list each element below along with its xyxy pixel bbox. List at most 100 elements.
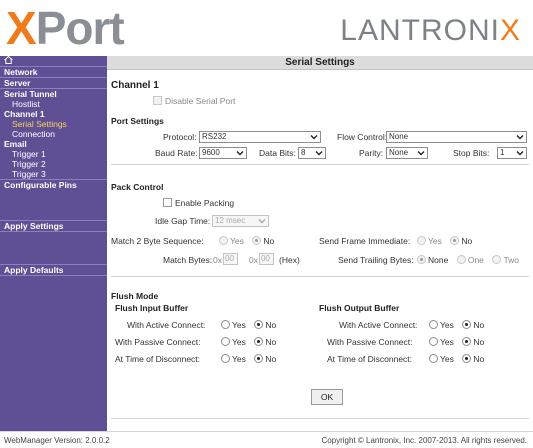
match2-label: Match 2 Byte Sequence: <box>111 236 204 246</box>
brand-lant: LANTRONI <box>340 14 500 47</box>
input-disconnect-no-label: No <box>265 354 277 364</box>
sidebar-item-server[interactable]: Server <box>0 77 107 88</box>
input-passive-no-radio[interactable] <box>254 337 264 346</box>
match2-no-label: No <box>263 236 275 246</box>
input-disconnect-yes-label: Yes <box>232 354 246 364</box>
apply-defaults-link[interactable]: Apply Defaults <box>0 264 107 276</box>
input-disconnect-no-radio[interactable] <box>254 354 264 363</box>
trailing-two-label: Two <box>503 255 520 265</box>
page-title: Serial Settings <box>107 56 533 70</box>
flush-mode-heading: Flush Mode <box>111 291 159 301</box>
input-active-yes-label: Yes <box>232 320 246 330</box>
match-byte1-prefix: 0x <box>213 255 222 265</box>
lantronix-logo: LANTRONIX <box>340 14 521 48</box>
output-disconnect-yes-radio[interactable] <box>429 354 438 363</box>
send-frame-yes-label: Yes <box>428 236 442 246</box>
match-byte1-input[interactable]: 00 <box>223 253 238 265</box>
data-bits-select[interactable]: 8 <box>298 147 326 159</box>
match-byte2-input[interactable]: 00 <box>259 253 274 265</box>
stop-bits-label: Stop Bits: <box>453 148 490 158</box>
chevron-down-icon <box>310 135 318 140</box>
output-passive-no-radio[interactable] <box>462 337 472 346</box>
trailing-one-label: One <box>467 255 484 265</box>
sidebar-item-hostlist[interactable]: Hostlist <box>0 99 107 109</box>
chevron-down-icon <box>516 135 524 140</box>
trailing-one-radio[interactable] <box>456 255 466 264</box>
input-active-no-radio[interactable] <box>254 320 264 329</box>
send-frame-no-radio[interactable] <box>450 236 460 245</box>
sidebar-item-trigger-2[interactable]: Trigger 2 <box>0 159 107 169</box>
parity-select[interactable]: None <box>386 147 428 159</box>
logo-port: Port <box>35 2 125 54</box>
output-passive-label: With Passive Connect: <box>327 337 413 347</box>
baud-rate-select[interactable]: 9600 <box>199 147 247 159</box>
output-active-label: With Active Connect: <box>339 320 418 330</box>
trailing-two-radio[interactable] <box>492 255 502 264</box>
input-active-no-label: No <box>265 320 277 330</box>
brand-x: X <box>499 14 521 47</box>
channel-heading: Channel 1 <box>111 80 159 91</box>
idle-gap-value: 12 msec <box>215 216 246 225</box>
stop-bits-value: 1 <box>500 148 505 157</box>
sidebar-item-configurable-pins[interactable]: Configurable Pins <box>0 179 107 190</box>
enable-packing-checkbox[interactable] <box>163 198 172 207</box>
input-active-yes-radio[interactable] <box>221 320 230 329</box>
disable-serial-port-checkbox[interactable] <box>153 96 162 105</box>
input-disconnect-yes-radio[interactable] <box>221 354 230 363</box>
send-frame-yes-radio[interactable] <box>417 236 426 245</box>
input-passive-yes-radio[interactable] <box>221 337 230 346</box>
home-icon <box>4 56 13 64</box>
output-active-no-label: No <box>473 320 485 330</box>
output-disconnect-no-radio[interactable] <box>462 354 472 363</box>
flush-output-heading: Flush Output Buffer <box>319 303 400 313</box>
output-active-yes-label: Yes <box>440 320 454 330</box>
enable-packing-label: Enable Packing <box>175 198 235 208</box>
match2-no-radio[interactable] <box>252 236 262 245</box>
divider <box>111 276 529 277</box>
input-disconnect-radio-group: Yes No <box>221 354 282 364</box>
flow-control-select[interactable]: None <box>386 131 527 143</box>
match-byte2-prefix: 0x <box>249 255 258 265</box>
idle-gap-select[interactable]: 12 msec <box>212 215 269 227</box>
sidebar-item-trigger-1[interactable]: Trigger 1 <box>0 149 107 159</box>
idle-gap-label: Idle Gap Time: <box>155 216 211 226</box>
trailing-none-label: None <box>428 255 449 265</box>
ok-button[interactable]: OK <box>311 389 343 405</box>
disable-serial-port-row: Disable Serial Port <box>153 96 235 106</box>
sidebar-item-channel-1[interactable]: Channel 1 <box>0 109 107 119</box>
sidebar-item-connection[interactable]: Connection <box>0 129 107 139</box>
divider <box>111 164 529 165</box>
home-link[interactable] <box>0 56 107 66</box>
protocol-select[interactable]: RS232 <box>199 131 321 143</box>
sidebar-item-email[interactable]: Email <box>0 139 107 149</box>
protocol-value: RS232 <box>202 132 227 141</box>
send-frame-label: Send Frame Immediate: <box>319 236 411 246</box>
sidebar-item-serial-tunnel[interactable]: Serial Tunnel <box>0 88 107 99</box>
chevron-down-icon <box>315 151 323 156</box>
enable-packing-row: Enable Packing <box>163 198 234 208</box>
protocol-label: Protocol: <box>163 132 197 142</box>
match-bytes-label: Match Bytes: <box>163 255 213 265</box>
sidebar-item-trigger-3[interactable]: Trigger 3 <box>0 169 107 179</box>
apply-settings-link[interactable]: Apply Settings <box>0 220 107 232</box>
logo-x: X <box>6 2 37 54</box>
send-frame-radio-group: Yes No <box>417 236 478 246</box>
chevron-down-icon <box>417 151 425 156</box>
divider <box>111 418 529 419</box>
input-active-radio-group: Yes No <box>221 320 282 330</box>
sidebar-item-serial-settings[interactable]: Serial Settings <box>0 119 107 129</box>
input-passive-label: With Passive Connect: <box>115 337 201 347</box>
match2-yes-radio[interactable] <box>219 236 228 245</box>
output-disconnect-radio-group: Yes No <box>429 354 490 364</box>
output-active-yes-radio[interactable] <box>429 320 438 329</box>
output-disconnect-no-label: No <box>473 354 485 364</box>
sidebar-item-network[interactable]: Network <box>0 66 107 77</box>
send-frame-no-label: No <box>461 236 473 246</box>
output-passive-yes-radio[interactable] <box>429 337 438 346</box>
output-active-no-radio[interactable] <box>462 320 472 329</box>
stop-bits-select[interactable]: 1 <box>497 147 527 159</box>
trailing-none-radio[interactable] <box>417 255 426 264</box>
parity-label: Parity: <box>359 148 384 158</box>
data-bits-label: Data Bits: <box>259 148 296 158</box>
header: XPort LANTRONIX <box>0 0 533 56</box>
